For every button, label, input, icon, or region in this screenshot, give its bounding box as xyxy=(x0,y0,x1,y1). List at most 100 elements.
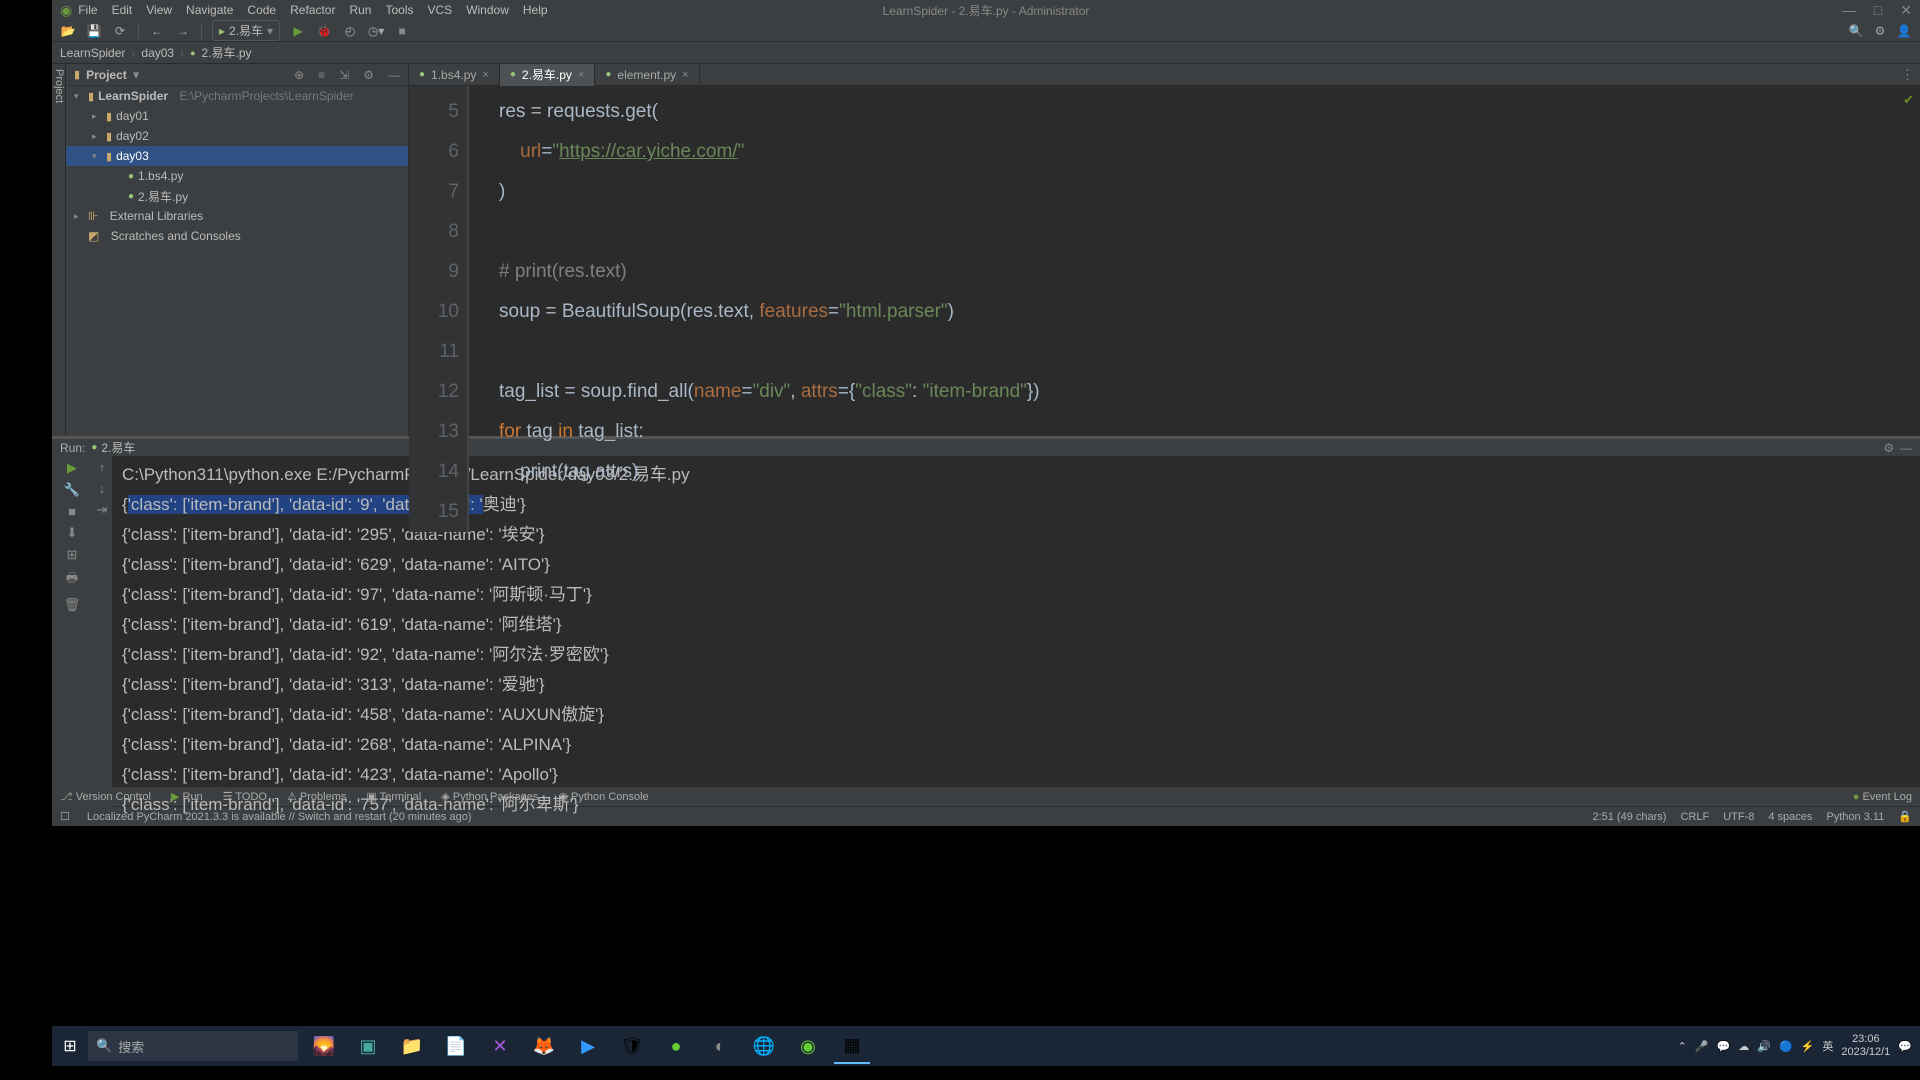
run-icon[interactable]: ▶ xyxy=(290,23,306,39)
menu-navigate[interactable]: Navigate xyxy=(186,3,233,17)
menu-tools[interactable]: Tools xyxy=(385,3,413,17)
app-icon[interactable]: 🌄 xyxy=(306,1028,342,1064)
layout-icon[interactable]: ⊞ xyxy=(67,547,78,563)
stop-run-icon[interactable]: ■ xyxy=(68,504,76,519)
status-lineending[interactable]: CRLF xyxy=(1680,811,1709,823)
tree-folder[interactable]: ▸▮day02 xyxy=(66,126,408,146)
code-content[interactable]: res = requests.get( url="https://car.yic… xyxy=(469,86,1920,532)
editor-tab[interactable]: ●1.bs4.py× xyxy=(409,64,500,86)
tray-icon[interactable]: 💬 xyxy=(1717,1040,1731,1053)
menu-refactor[interactable]: Refactor xyxy=(290,3,335,17)
app-icon[interactable]: ◉ xyxy=(790,1028,826,1064)
menu-vcs[interactable]: VCS xyxy=(428,3,453,17)
status-encoding[interactable]: UTF-8 xyxy=(1723,811,1754,823)
code-editor[interactable]: ✔ 56789101112131415 res = requests.get( … xyxy=(409,86,1920,532)
app-icon-active[interactable]: ▦ xyxy=(834,1028,870,1064)
forward-icon[interactable]: → xyxy=(175,23,191,39)
profile-icon[interactable]: ◷▾ xyxy=(368,23,384,39)
start-button[interactable]: ⊞ xyxy=(52,1026,88,1066)
menu-run[interactable]: Run xyxy=(349,3,371,17)
debug-icon[interactable]: 🐞 xyxy=(316,23,332,39)
run-config-selector[interactable]: ▸ 2.易车 ▾ xyxy=(212,20,280,41)
wrench-icon[interactable]: 🔧 xyxy=(64,482,80,498)
tray-icon[interactable]: ⌃ xyxy=(1678,1040,1687,1053)
event-log[interactable]: ● Event Log xyxy=(1853,791,1912,803)
minimize-icon[interactable]: — xyxy=(1842,2,1856,19)
breadcrumb-item[interactable]: 2.易车.py xyxy=(202,44,252,61)
close-tab-icon[interactable]: × xyxy=(682,69,688,81)
menu-file[interactable]: File xyxy=(78,3,97,17)
target-icon[interactable]: ⊕ xyxy=(294,68,304,82)
tree-ext-libs[interactable]: ▸⊪ External Libraries xyxy=(66,206,408,226)
collapse-icon[interactable]: ≡ xyxy=(318,68,325,82)
up-arrow-icon[interactable]: ↑ xyxy=(99,460,106,475)
tree-scratches[interactable]: ◩ Scratches and Consoles xyxy=(66,226,408,246)
avatar-icon[interactable]: 👤 xyxy=(1896,23,1912,39)
down-icon[interactable]: ⬇ xyxy=(67,525,78,541)
app-icon[interactable]: 🌐 xyxy=(746,1028,782,1064)
back-icon[interactable]: ← xyxy=(149,23,165,39)
taskbar-search[interactable]: 🔍 搜索 xyxy=(88,1031,298,1061)
search-icon[interactable]: 🔍 xyxy=(1848,23,1864,39)
expand-icon[interactable]: ⇲ xyxy=(339,68,349,82)
tab-menu-icon[interactable]: ⋮ xyxy=(1895,67,1920,83)
menu-help[interactable]: Help xyxy=(523,3,548,17)
tray-icon[interactable]: 🔵 xyxy=(1779,1040,1793,1053)
settings-icon[interactable]: ⚙ xyxy=(363,68,374,82)
tab-packages[interactable]: ◈ Python Packages xyxy=(441,790,538,803)
menu-code[interactable]: Code xyxy=(247,3,276,17)
rerun-icon[interactable]: ▶ xyxy=(67,460,77,476)
menu-window[interactable]: Window xyxy=(466,3,509,17)
app-icon[interactable]: 📄 xyxy=(438,1028,474,1064)
trash-icon[interactable]: 🗑 xyxy=(64,597,81,613)
app-icon[interactable]: ● xyxy=(658,1028,694,1064)
editor-tab[interactable]: ●element.py× xyxy=(595,64,699,86)
close-icon[interactable]: ✕ xyxy=(1900,2,1912,19)
tray-icon[interactable]: 🎤 xyxy=(1695,1040,1709,1053)
stop-icon[interactable]: ■ xyxy=(394,23,410,39)
app-icon[interactable]: ✕ xyxy=(482,1028,518,1064)
breadcrumb-item[interactable]: LearnSpider xyxy=(60,46,125,60)
tray-icon[interactable]: 🔊 xyxy=(1757,1040,1771,1053)
close-tab-icon[interactable]: × xyxy=(482,69,488,81)
status-indent[interactable]: 4 spaces xyxy=(1768,811,1812,823)
gear-icon[interactable]: ⚙ xyxy=(1872,23,1888,39)
app-icon[interactable]: 🛡 xyxy=(614,1028,650,1064)
tab-run[interactable]: ▶ Run xyxy=(171,790,203,803)
tab-console[interactable]: ◉ Python Console xyxy=(558,790,648,803)
menu-edit[interactable]: Edit xyxy=(112,3,133,17)
refresh-icon[interactable]: ⟳ xyxy=(112,23,128,39)
tree-folder[interactable]: ▸▮day01 xyxy=(66,106,408,126)
tree-file[interactable]: ●1.bs4.py xyxy=(66,166,408,186)
close-tab-icon[interactable]: × xyxy=(578,69,584,81)
down-arrow-icon[interactable]: ↓ xyxy=(99,481,106,496)
tab-vcs[interactable]: ⎇ Version Control xyxy=(60,790,151,803)
tree-file[interactable]: ●2.易车.py xyxy=(66,186,408,206)
tree-root[interactable]: ▾▮ LearnSpider E:\PycharmProjects\LearnS… xyxy=(66,86,408,106)
tab-terminal[interactable]: ▣ Terminal xyxy=(366,790,421,803)
notification-icon[interactable]: 💬 xyxy=(1898,1040,1912,1053)
tray-ime[interactable]: 英 xyxy=(1822,1038,1833,1054)
app-icon[interactable]: ◐ xyxy=(702,1028,738,1064)
clock[interactable]: 23:06 2023/12/1 xyxy=(1841,1033,1890,1059)
maximize-icon[interactable]: □ xyxy=(1874,2,1882,19)
editor-tab-active[interactable]: ●2.易车.py× xyxy=(500,64,596,86)
tab-todo[interactable]: ☰ TODO xyxy=(223,790,267,803)
breadcrumb-item[interactable]: day03 xyxy=(141,46,174,60)
status-interpreter[interactable]: Python 3.11 xyxy=(1826,811,1884,823)
tree-folder-selected[interactable]: ▾▮day03 xyxy=(66,146,408,166)
save-icon[interactable]: 💾 xyxy=(86,23,102,39)
tray-icon[interactable]: ⚡ xyxy=(1801,1040,1815,1053)
app-icon[interactable]: 📁 xyxy=(394,1028,430,1064)
tab-problems[interactable]: ⚠ Problems xyxy=(287,790,346,803)
app-icon[interactable]: ▣ xyxy=(350,1028,386,1064)
app-icon[interactable]: ▶ xyxy=(570,1028,606,1064)
app-icon[interactable]: 🦊 xyxy=(526,1028,562,1064)
print-icon[interactable]: 🖶 xyxy=(66,569,78,591)
hide-icon[interactable]: — xyxy=(388,68,400,82)
wrap-icon[interactable]: ⇥ xyxy=(97,502,108,518)
coverage-icon[interactable]: ◴ xyxy=(342,23,358,39)
menu-view[interactable]: View xyxy=(146,3,172,17)
open-icon[interactable]: 📂 xyxy=(60,23,76,39)
tray-icon[interactable]: ☁ xyxy=(1738,1040,1749,1053)
